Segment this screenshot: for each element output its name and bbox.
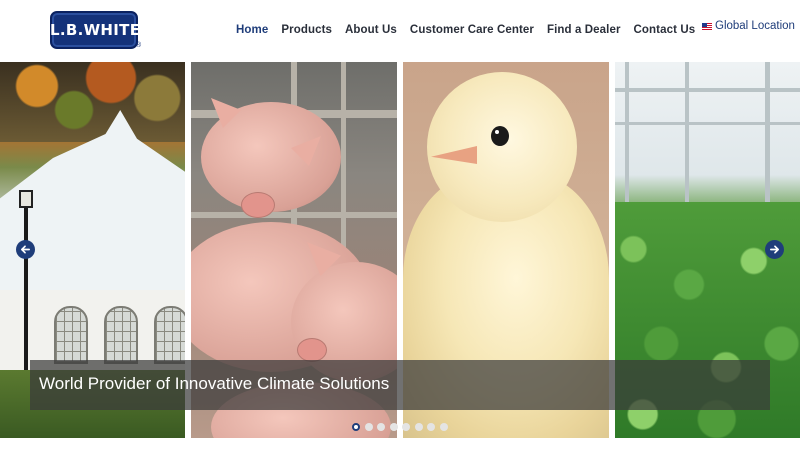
nav-products[interactable]: Products bbox=[281, 24, 332, 40]
tent-window bbox=[54, 306, 88, 364]
global-location-link[interactable]: Global Location bbox=[702, 20, 795, 32]
slider-dot[interactable] bbox=[414, 423, 423, 431]
nav-about-us[interactable]: About Us bbox=[345, 24, 397, 40]
arrow-right-icon bbox=[770, 245, 779, 254]
slider-dot[interactable] bbox=[364, 423, 373, 431]
slider-dot[interactable] bbox=[402, 423, 410, 431]
greenhouse-post bbox=[765, 62, 770, 202]
global-location-label: Global Location bbox=[715, 20, 795, 32]
slider-dot[interactable] bbox=[377, 423, 385, 431]
nav-home[interactable]: Home bbox=[236, 24, 268, 40]
slider-pagination bbox=[352, 423, 452, 431]
chick-head bbox=[427, 72, 577, 222]
greenhouse-post bbox=[625, 62, 629, 202]
site-header: L.B.WHITE ® Home Products About Us Custo… bbox=[0, 0, 800, 62]
pen-post bbox=[341, 62, 346, 262]
pig-snout bbox=[297, 338, 327, 362]
slider-dot[interactable] bbox=[389, 423, 398, 431]
arrow-left-icon bbox=[21, 245, 30, 254]
nav-find-a-dealer[interactable]: Find a Dealer bbox=[547, 24, 621, 40]
slider-dot[interactable] bbox=[427, 423, 435, 431]
hero-slider: World Provider of Innovative Climate Sol… bbox=[0, 62, 800, 438]
greenhouse-post bbox=[685, 62, 689, 202]
lb-white-logo[interactable]: L.B.WHITE ® bbox=[50, 11, 142, 51]
slider-prev-button[interactable] bbox=[16, 240, 35, 259]
greenhouse-beam bbox=[615, 88, 800, 92]
main-nav: Home Products About Us Customer Care Cen… bbox=[236, 24, 708, 40]
registered-mark: ® bbox=[136, 42, 142, 49]
greenhouse-beam bbox=[615, 122, 800, 125]
lamp-head bbox=[19, 190, 33, 208]
logo-text: L.B.WHITE bbox=[50, 21, 141, 39]
nav-contact-us[interactable]: Contact Us bbox=[634, 24, 696, 40]
lamp-post bbox=[24, 192, 28, 370]
slider-dot[interactable] bbox=[352, 423, 360, 431]
pig-snout bbox=[241, 192, 275, 218]
slider-next-button[interactable] bbox=[765, 240, 784, 259]
nav-customer-care-center[interactable]: Customer Care Center bbox=[410, 24, 534, 40]
tent-window bbox=[154, 306, 185, 364]
caption-text: World Provider of Innovative Climate Sol… bbox=[39, 374, 390, 393]
autumn-trees bbox=[0, 62, 185, 142]
us-flag-icon bbox=[702, 22, 712, 30]
slider-dot[interactable] bbox=[439, 423, 448, 431]
chick-eye bbox=[491, 126, 509, 146]
tent-window bbox=[104, 306, 138, 364]
slide-caption: World Provider of Innovative Climate Sol… bbox=[30, 360, 770, 410]
